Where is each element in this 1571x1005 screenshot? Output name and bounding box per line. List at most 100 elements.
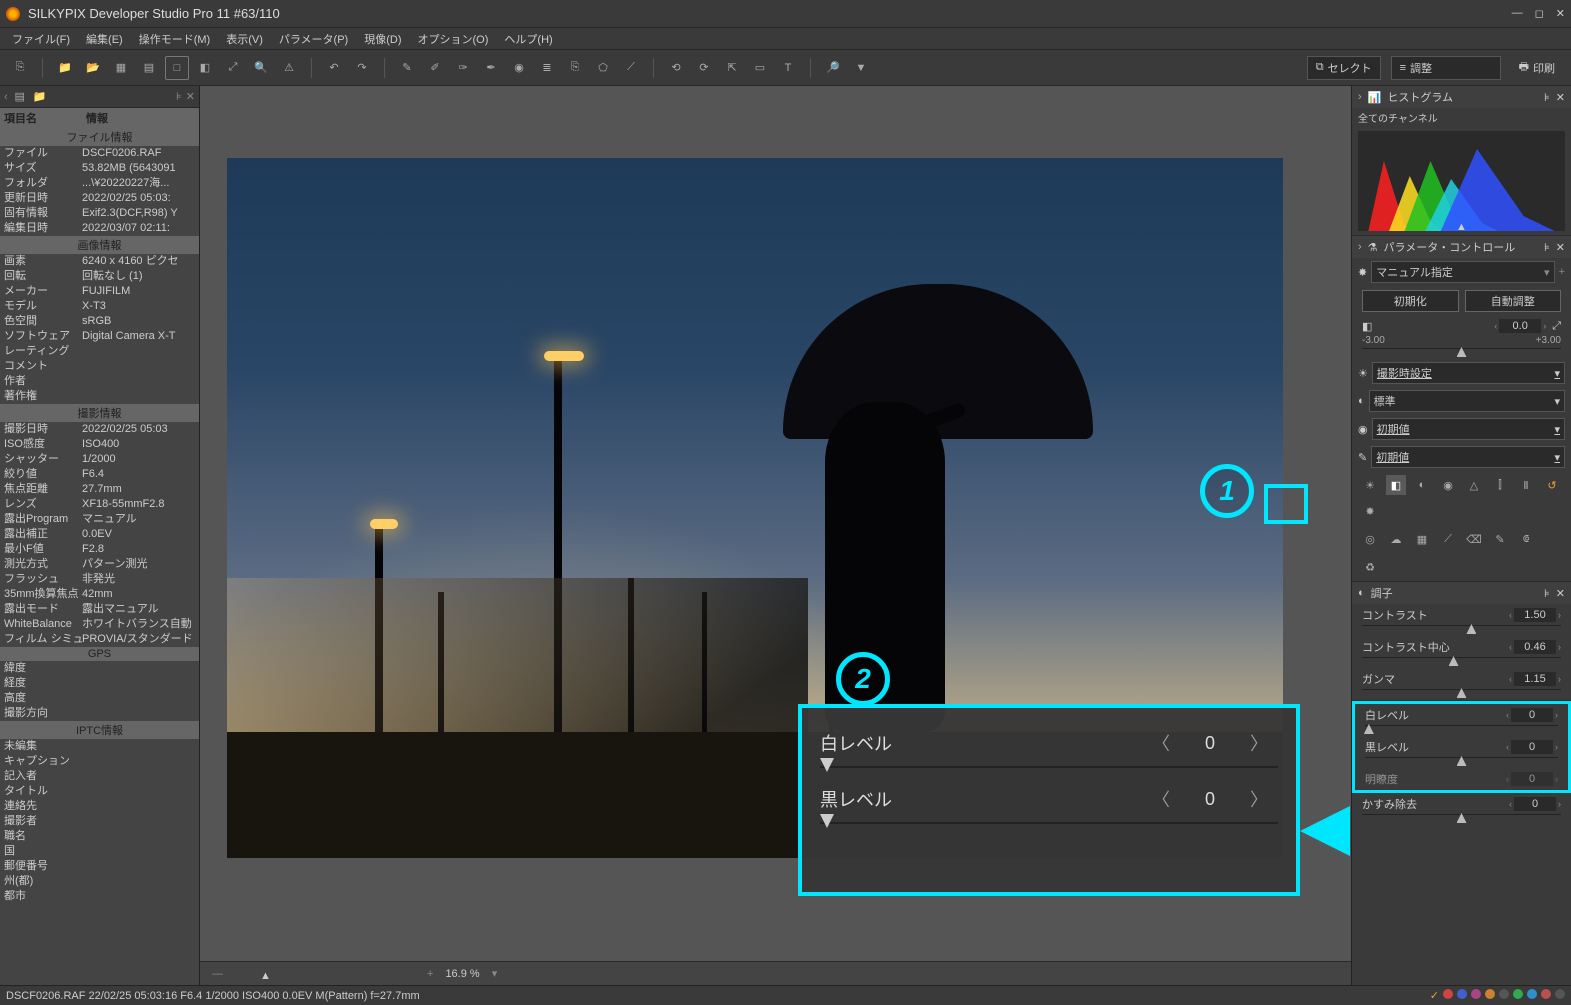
menu-help[interactable]: ヘルプ(H) — [496, 28, 560, 49]
add-preset-icon[interactable]: + — [1559, 266, 1565, 278]
inset-white-dec-icon[interactable]: 〈 — [1142, 730, 1180, 756]
sharp-tab-icon[interactable]: △ — [1464, 475, 1484, 495]
eyedropper-skin-icon[interactable]: ✑ — [451, 56, 475, 80]
eyedropper-tone-icon[interactable]: ✐ — [423, 56, 447, 80]
clarity-value[interactable]: 0 — [1511, 772, 1553, 786]
settings-tab-icon[interactable]: ✸ — [1360, 501, 1380, 521]
redo-icon[interactable]: ↷ — [350, 56, 374, 80]
menu-mode[interactable]: 操作モード(M) — [131, 28, 219, 49]
contrast-center-value[interactable]: 0.46 — [1514, 640, 1556, 654]
white-level-value[interactable]: 0 — [1511, 708, 1553, 722]
shoot-setting-dropdown[interactable]: 撮影時設定▾ — [1372, 362, 1565, 384]
inset-black-slider[interactable] — [820, 822, 1278, 824]
contrast-slider[interactable] — [1362, 625, 1561, 633]
std-dropdown[interactable]: 標準▾ — [1369, 390, 1565, 412]
inc-icon[interactable]: › — [1543, 321, 1546, 331]
print-button[interactable]: 🖶印刷 — [1511, 55, 1563, 80]
gamma-value[interactable]: 1.15 — [1514, 672, 1556, 686]
fit-icon[interactable]: ⤢ — [221, 56, 245, 80]
panel-menu-icon[interactable]: ⊧ — [1544, 587, 1550, 600]
inset-white-level-value[interactable]: 0 — [1180, 733, 1240, 754]
panel-close-icon[interactable]: ✕ — [1556, 587, 1565, 600]
mode-adjust-button[interactable]: ≡調整 — [1391, 56, 1501, 80]
reset-tab-icon[interactable]: ↺ — [1542, 475, 1562, 495]
black-level-value[interactable]: 0 — [1511, 740, 1553, 754]
inset-white-slider[interactable] — [820, 766, 1278, 768]
undo-icon[interactable]: ↶ — [322, 56, 346, 80]
zoom-dropdown-icon[interactable]: ▾ — [492, 967, 498, 980]
layers-icon[interactable]: ≣ — [535, 56, 559, 80]
preview-icon[interactable]: □ — [165, 56, 189, 80]
tone-tab-icon[interactable]: ◧ — [1386, 475, 1406, 495]
grid-icon[interactable]: ▦ — [109, 56, 133, 80]
channel-label[interactable]: 全てのチャンネル — [1352, 108, 1571, 127]
inset-white-inc-icon[interactable]: 〉 — [1240, 730, 1278, 756]
dehaze-slider[interactable] — [1362, 814, 1561, 822]
init2-dropdown[interactable]: 初期値▾ — [1371, 446, 1565, 468]
crop-tab-icon[interactable]: ⟃ — [1516, 529, 1536, 549]
warning-icon[interactable]: ⚠ — [277, 56, 301, 80]
maximize-icon[interactable]: ◻ — [1535, 7, 1544, 20]
compare-icon[interactable]: ◧ — [193, 56, 217, 80]
init-button[interactable]: 初期化 — [1362, 290, 1459, 312]
panel-close-icon[interactable]: ✕ — [186, 90, 195, 103]
poly-icon[interactable]: ⬠ — [591, 56, 615, 80]
lens-tab-icon[interactable]: ◎ — [1360, 529, 1380, 549]
black-level-slider[interactable] — [1365, 757, 1558, 765]
menu-option[interactable]: オプション(O) — [410, 28, 497, 49]
minimize-icon[interactable]: — — [1512, 7, 1523, 20]
open-folder-icon[interactable]: 📁 — [53, 56, 77, 80]
contrast-center-slider[interactable] — [1362, 657, 1561, 665]
gamma-slider[interactable] — [1362, 689, 1561, 697]
inset-black-level-value[interactable]: 0 — [1180, 789, 1240, 810]
panel-close-icon[interactable]: ✕ — [1556, 91, 1565, 104]
menu-file[interactable]: ファイル(F) — [4, 28, 78, 49]
close-icon[interactable]: ✕ — [1556, 7, 1565, 20]
rotate-right-icon[interactable]: ⟳ — [692, 56, 716, 80]
export-icon[interactable]: ⇱ — [720, 56, 744, 80]
histogram-chart[interactable]: ▲ — [1358, 131, 1565, 231]
text-icon[interactable]: T — [776, 56, 800, 80]
brush-tool-icon[interactable]: ⟋ — [619, 56, 643, 80]
subfolder-icon[interactable]: 📂 — [81, 56, 105, 80]
mode-dropdown[interactable]: マニュアル指定▾ — [1371, 261, 1554, 283]
exposure-tab-icon[interactable]: ☀ — [1360, 475, 1380, 495]
auto-adjust-button[interactable]: 自動調整 — [1465, 290, 1562, 312]
panel-menu-icon[interactable]: ⊧ — [176, 90, 182, 103]
thumbnail-icon[interactable]: ▤ — [137, 56, 161, 80]
spot-icon[interactable]: ◉ — [507, 56, 531, 80]
rotate-left-icon[interactable]: ⟲ — [664, 56, 688, 80]
magnify-icon[interactable]: 🔍 — [249, 56, 273, 80]
cloud-tab-icon[interactable]: ☁ — [1386, 529, 1406, 549]
search-icon[interactable]: 🔎 — [821, 56, 845, 80]
menu-view[interactable]: 表示(V) — [218, 28, 271, 49]
color-tab-icon[interactable]: ◉ — [1438, 475, 1458, 495]
dehaze-value[interactable]: 0 — [1514, 797, 1556, 811]
brush-tab-icon[interactable]: ⟋ — [1438, 529, 1458, 549]
eyedropper-exposure-icon[interactable]: ✒ — [479, 56, 503, 80]
menu-edit[interactable]: 編集(E) — [78, 28, 131, 49]
menu-develop[interactable]: 現像(D) — [356, 28, 409, 49]
inset-black-dec-icon[interactable]: 〈 — [1142, 786, 1180, 812]
clone-icon[interactable]: ⎘ — [563, 56, 587, 80]
dec-icon[interactable]: ‹ — [1494, 321, 1497, 331]
develop-icon[interactable]: ⎘ — [8, 56, 32, 80]
white-level-slider[interactable] — [1365, 725, 1558, 733]
ii-tab-icon[interactable]: Ⅱ — [1516, 475, 1536, 495]
inset-black-inc-icon[interactable]: 〉 — [1240, 786, 1278, 812]
info-tab-icon[interactable]: ▤ — [12, 89, 28, 105]
pen-tab-icon[interactable]: ✎ — [1490, 529, 1510, 549]
eyedropper-wb-icon[interactable]: ✎ — [395, 56, 419, 80]
crop-size-icon[interactable]: ▭ — [748, 56, 772, 80]
chevron-right-icon[interactable]: › — [1358, 91, 1362, 103]
nr-tab-icon[interactable]: ⫿ — [1490, 475, 1510, 495]
expand-icon[interactable]: ⤢ — [1552, 320, 1561, 333]
gear-icon[interactable]: ✸ — [1358, 266, 1367, 279]
folder-tab-icon[interactable]: 📁 — [32, 89, 48, 105]
wb-tab-icon[interactable]: ◐ — [1412, 475, 1432, 495]
panel-close-icon[interactable]: ✕ — [1556, 241, 1565, 254]
mode-select-button[interactable]: ⧉セレクト — [1307, 56, 1381, 80]
menu-param[interactable]: パラメータ(P) — [271, 28, 356, 49]
recycle-tab-icon[interactable]: ♻ — [1360, 557, 1380, 577]
demosaic-tab-icon[interactable]: ▦ — [1412, 529, 1432, 549]
